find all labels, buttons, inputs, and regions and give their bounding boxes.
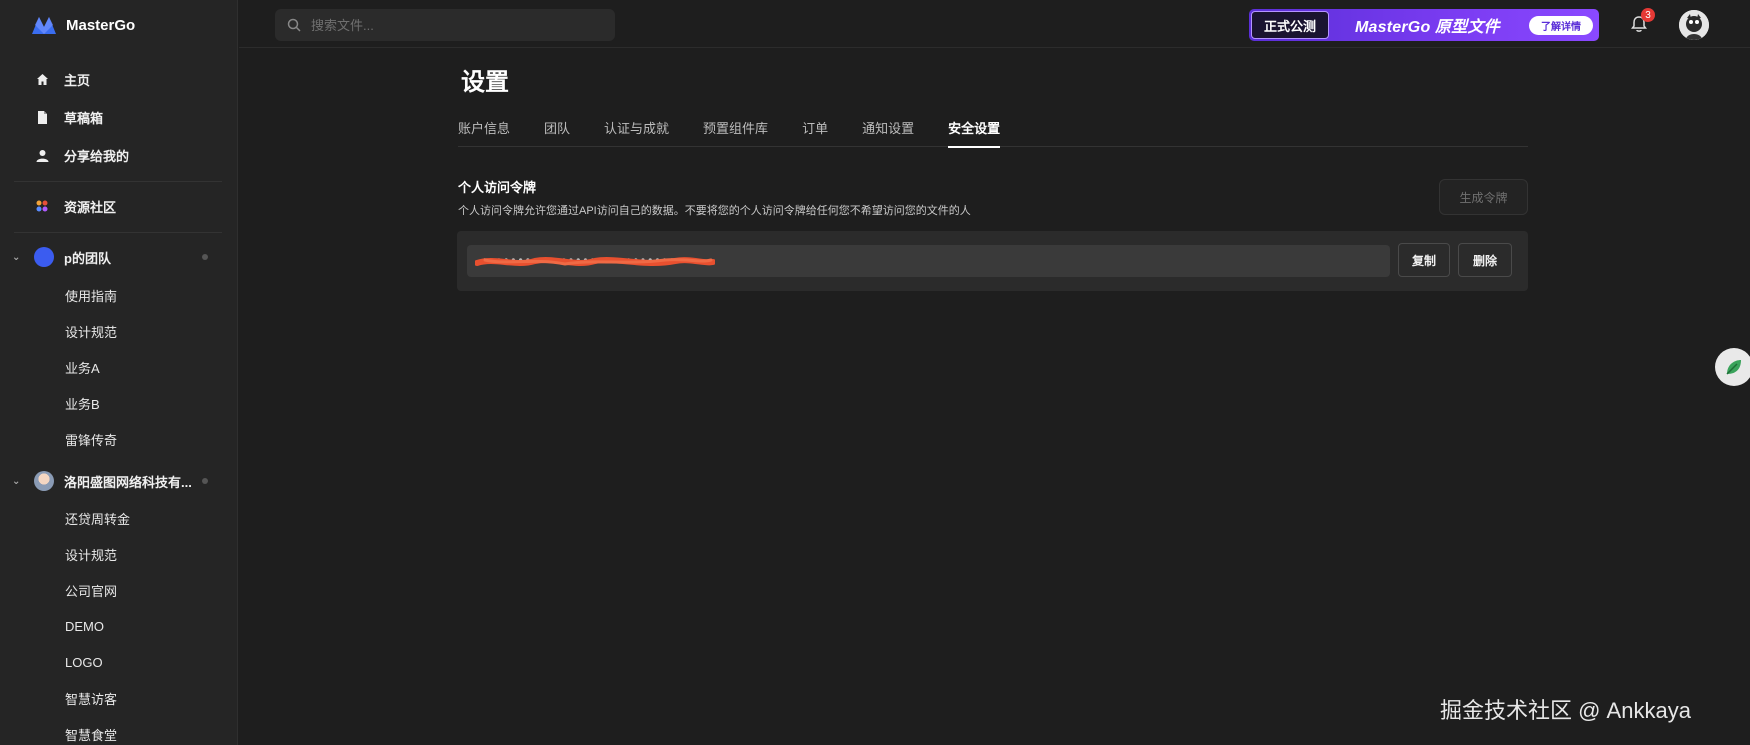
token-value-field[interactable]: •••••••••••••••••••••••••••••• xyxy=(467,245,1390,277)
tab-certification[interactable]: 认证与成就 xyxy=(604,108,669,147)
page-title: 设置 xyxy=(461,69,509,96)
sidebar-item-label: 资源社区 xyxy=(64,199,117,215)
user-icon xyxy=(34,147,50,163)
sidebar-item-project[interactable]: DEMO xyxy=(0,608,238,644)
sidebar-item-label: 草稿箱 xyxy=(64,110,104,126)
promo-learn-more-button[interactable]: 了解详情 xyxy=(1529,16,1593,35)
settings-tabs: 账户信息 团队 认证与成就 预置组件库 订单 通知设置 安全设置 xyxy=(458,108,1528,148)
sidebar-item-project[interactable]: 设计规范 xyxy=(0,536,238,572)
watermark-text: 掘金技术社区 @ Ankkaya xyxy=(1440,698,1691,723)
team-header-p[interactable]: ⌄ p的团队 xyxy=(0,239,238,275)
tab-orders[interactable]: 订单 xyxy=(802,108,828,147)
tab-notifications[interactable]: 通知设置 xyxy=(862,108,914,147)
sidebar-divider xyxy=(14,181,222,182)
sidebar-item-project[interactable]: 使用指南 xyxy=(0,277,238,313)
sidebar-item-project[interactable]: 公司官网 xyxy=(0,572,238,608)
promo-banner[interactable]: 正式公测 MasterGo 原型文件 了解详情 xyxy=(1249,9,1599,41)
team-avatar xyxy=(34,471,54,491)
search-input[interactable] xyxy=(311,17,591,33)
sidebar-item-label: 主页 xyxy=(64,72,91,88)
team-header-luoyang[interactable]: ⌄ 洛阳盛图网络科技有... xyxy=(0,463,238,499)
team-avatar xyxy=(34,247,54,267)
main-content: 设置 账户信息 团队 认证与成就 预置组件库 订单 通知设置 安全设置 个人访问… xyxy=(239,48,1750,745)
chevron-down-icon[interactable]: ⌄ xyxy=(12,476,24,487)
sidebar-item-shared[interactable]: 分享给我的 xyxy=(0,136,238,174)
search-icon xyxy=(287,18,301,32)
sidebar-item-label: 分享给我的 xyxy=(64,148,130,164)
delete-token-button[interactable]: 删除 xyxy=(1458,243,1512,277)
promo-title: MasterGo 原型文件 xyxy=(1355,19,1500,36)
sidebar-divider xyxy=(14,232,222,233)
topbar: 正式公测 MasterGo 原型文件 了解详情 3 xyxy=(239,0,1750,48)
sidebar-item-project[interactable]: 智慧食堂 xyxy=(0,716,238,745)
scrollbar[interactable] xyxy=(1745,48,1750,745)
sidebar-item-project[interactable]: 业务B xyxy=(0,385,238,421)
team-name: p的团队 xyxy=(64,250,111,266)
chevron-down-icon[interactable]: ⌄ xyxy=(12,252,24,263)
copy-token-button[interactable]: 复制 xyxy=(1398,243,1450,277)
sidebar-item-project[interactable]: 还贷周转金 xyxy=(0,500,238,536)
home-icon xyxy=(34,71,50,87)
sidebar-nav: 主页 草稿箱 分享给我的 xyxy=(0,60,238,174)
more-dot-icon[interactable] xyxy=(202,478,208,484)
sidebar-item-project[interactable]: 设计规范 xyxy=(0,313,238,349)
tab-components[interactable]: 预置组件库 xyxy=(703,108,768,147)
avatar[interactable] xyxy=(1679,10,1709,40)
sidebar-item-project[interactable]: 智慧访客 xyxy=(0,680,238,716)
team-project-list: 使用指南 设计规范 业务A 业务B 雷锋传奇 xyxy=(0,277,238,457)
file-icon xyxy=(34,109,50,125)
token-section-description: 个人访问令牌允许您通过API访问自己的数据。不要将您的个人访问令牌给任何您不希望… xyxy=(458,205,971,217)
sidebar-item-drafts[interactable]: 草稿箱 xyxy=(0,98,238,136)
team-name: 洛阳盛图网络科技有... xyxy=(64,474,192,490)
sidebar-item-home[interactable]: 主页 xyxy=(0,60,238,98)
sidebar-item-project[interactable]: 雷锋传奇 xyxy=(0,421,238,457)
app-name: MasterGo xyxy=(66,16,136,34)
notification-badge: 3 xyxy=(1641,8,1655,22)
sidebar-item-project[interactable]: LOGO xyxy=(0,644,238,680)
more-dot-icon[interactable] xyxy=(202,254,208,260)
generate-token-button[interactable]: 生成令牌 xyxy=(1439,179,1528,215)
team-project-list: 还贷周转金 设计规范 公司官网 DEMO LOGO 智慧访客 智慧食堂 xyxy=(0,500,238,745)
app-logo[interactable]: MasterGo xyxy=(30,14,135,36)
token-card: •••••••••••••••••••••••••••••• 复制 删除 xyxy=(457,231,1528,291)
redaction-scribble-icon xyxy=(475,257,715,266)
promo-tag: 正式公测 xyxy=(1251,11,1330,39)
tab-team[interactable]: 团队 xyxy=(544,108,570,147)
grid-colorful-icon xyxy=(34,198,50,214)
sidebar-item-project[interactable]: 业务A xyxy=(0,349,238,385)
sidebar-item-community[interactable]: 资源社区 xyxy=(0,187,238,225)
search-box[interactable] xyxy=(275,9,615,41)
tab-account[interactable]: 账户信息 xyxy=(458,108,510,147)
mastergo-logo-icon xyxy=(30,15,58,35)
sidebar: MasterGo 主页 草稿箱 分享给我的 资源社区 ⌄ p的团队 使用指南 设… xyxy=(0,0,238,745)
tab-security[interactable]: 安全设置 xyxy=(948,108,1001,148)
token-section-title: 个人访问令牌 xyxy=(458,180,537,195)
